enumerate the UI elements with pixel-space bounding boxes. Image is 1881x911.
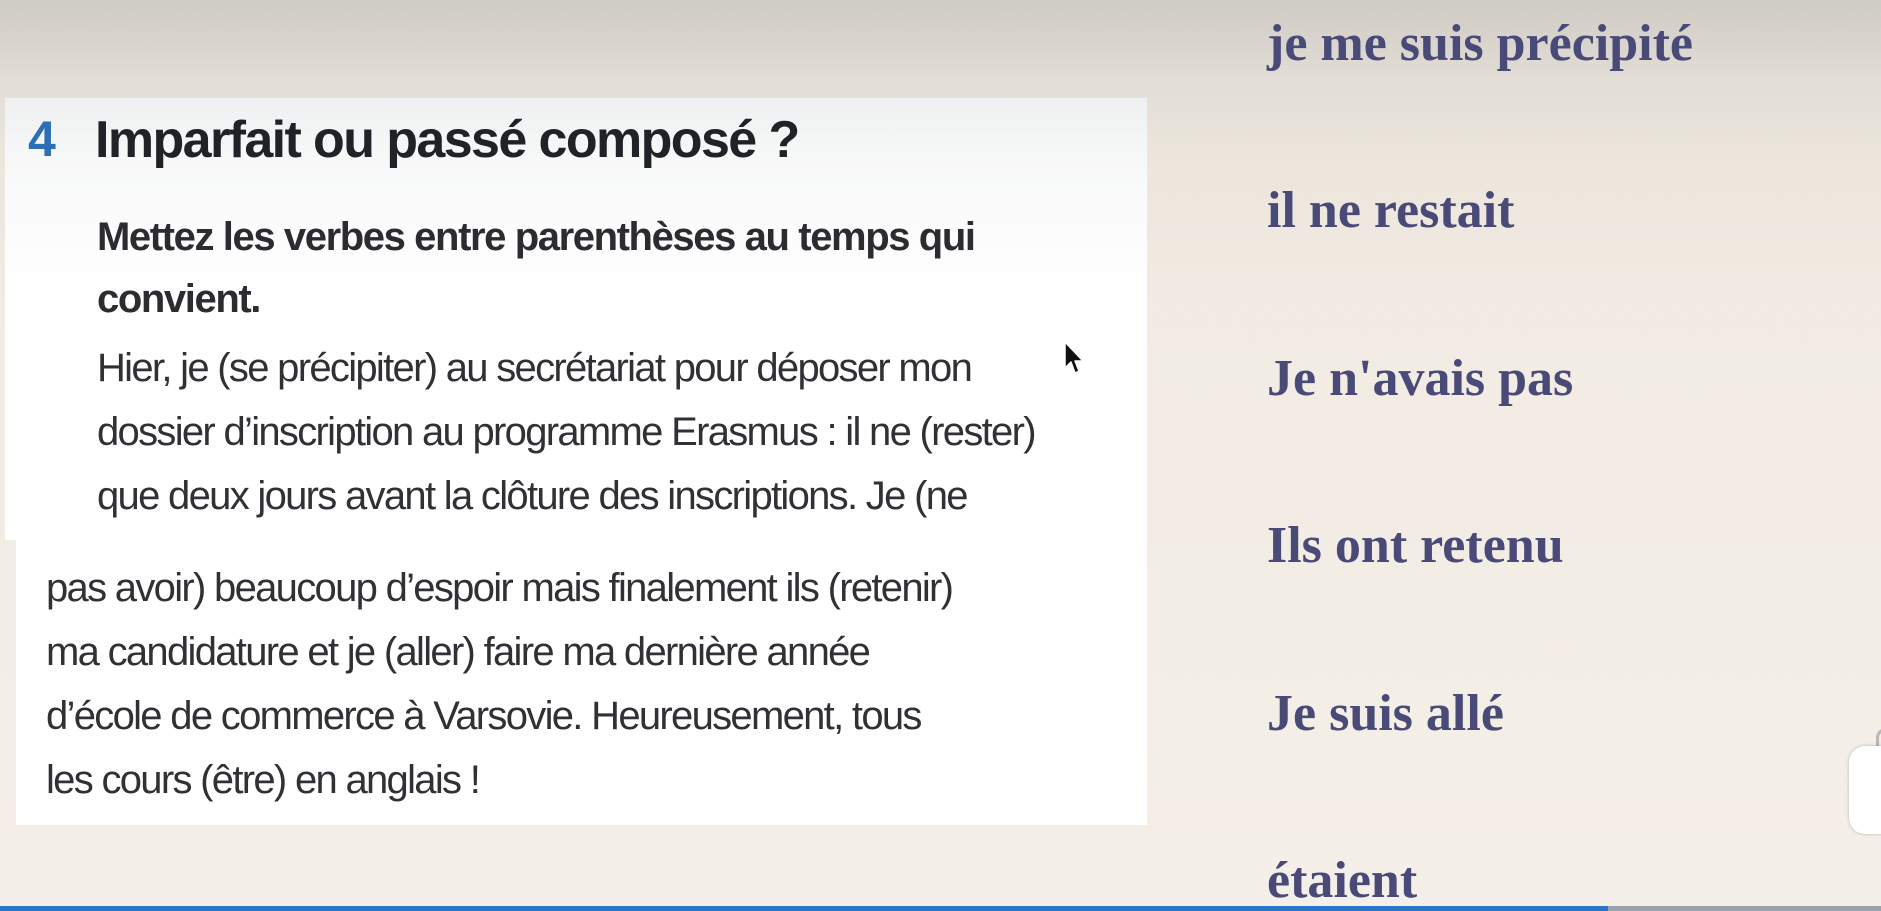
exercise-paragraph-bottom: pas avoir) beaucoup d’espoir mais finale…: [46, 556, 954, 812]
answer-5: Je suis allé: [1267, 685, 1504, 742]
video-progress-fill: [0, 906, 1609, 911]
paragraph-line: dossier d’inscription au programme Erasm…: [97, 410, 1037, 454]
answer-1: je me suis précipité: [1267, 15, 1694, 72]
exercise-title: Imparfait ou passé composé ?: [95, 111, 800, 169]
instruction-line: convient.: [97, 277, 261, 321]
paragraph-line: ma candidature et je (aller) faire ma de…: [46, 630, 871, 674]
paragraph-line: les cours (être) en anglais !: [46, 758, 481, 802]
answer-3: Je n'avais pas: [1267, 350, 1574, 407]
paragraph-line: que deux jours avant la clôture des insc…: [97, 474, 968, 518]
mouse-pointer-icon: [1064, 341, 1084, 374]
answer-2: il ne restait: [1267, 182, 1515, 239]
paragraph-line: pas avoir) beaucoup d’espoir mais finale…: [46, 566, 954, 610]
exercise-number: 4: [28, 111, 56, 167]
slide: 4 Imparfait ou passé composé ? Mettez le…: [0, 0, 1881, 911]
exercise-instruction: Mettez les verbes entre parenthèses au t…: [97, 206, 1097, 330]
edge-notch: [1876, 728, 1881, 747]
instruction-line: Mettez les verbes entre parenthèses au t…: [97, 215, 976, 259]
side-panel-handle[interactable]: [1849, 746, 1881, 834]
exercise-paragraph-top: Hier, je (se précipiter) au secrétariat …: [97, 336, 1037, 528]
answer-4: Ils ont retenu: [1267, 517, 1564, 574]
paragraph-line: Hier, je (se précipiter) au secrétariat …: [97, 346, 973, 390]
paragraph-line: d’école de commerce à Varsovie. Heureuse…: [46, 694, 922, 738]
answer-6: étaient: [1267, 852, 1418, 909]
video-progress-bar[interactable]: [0, 906, 1881, 911]
